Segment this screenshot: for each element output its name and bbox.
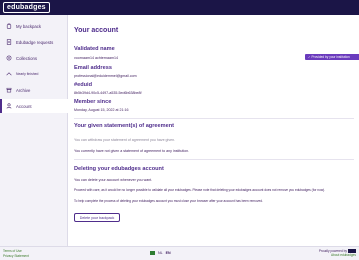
collection-icon — [6, 55, 12, 61]
member-since-heading: Member since — [74, 99, 112, 105]
top-bar: edubadges — [0, 0, 359, 15]
archive-icon — [6, 87, 12, 93]
sidebar-item-collections[interactable]: Collections — [0, 51, 68, 65]
sidebar-item-label: Edubadge requests — [16, 39, 54, 45]
sidebar-item-label: Account — [16, 103, 32, 109]
validated-name-heading: Validated name — [74, 46, 115, 52]
document-icon — [6, 39, 12, 45]
backpack-icon — [6, 23, 12, 29]
main-content: Your account Validated name voornaam14 a… — [68, 15, 359, 246]
language-option-en[interactable]: EN — [166, 251, 171, 255]
member-since-value: Monday, August 15, 2022 at 21:16 — [74, 108, 129, 112]
badge-icon — [6, 71, 12, 77]
eduid-value: 8b5b39d4-90c5-4497-a535-5ed6b638be8f — [74, 91, 142, 95]
sidebar-item-label: Archive — [16, 87, 31, 93]
sidebar-item-my-backpack[interactable]: My backpack — [0, 19, 68, 33]
sidebar-item-edubadge-requests[interactable]: Edubadge requests — [0, 35, 68, 49]
email-heading: Email address — [74, 65, 112, 71]
powered-by: Proudly powered by About edubadges — [319, 249, 356, 257]
language-option-nl[interactable]: NL — [158, 251, 163, 255]
eduid-heading: #eduid — [74, 82, 93, 88]
about-edubadges-link[interactable]: About edubadges — [319, 253, 356, 257]
delete-account-heading: Deleting your edubadges account — [74, 166, 164, 172]
language-switcher: NL EN — [150, 251, 171, 255]
delete-account-tip: To help complete the process of deleting… — [74, 199, 263, 203]
agreement-intro: You can withdraw your statement of agree… — [74, 138, 176, 142]
agreement-heading: Your given statement(s) of agreement — [74, 123, 174, 129]
section-divider — [74, 118, 354, 119]
language-flag-icon — [150, 251, 155, 255]
edubadges-logo[interactable]: edubadges — [3, 2, 50, 13]
section-divider — [74, 159, 354, 160]
terms-of-use-link[interactable]: Terms of Use — [3, 249, 22, 253]
page-title: Your account — [74, 27, 119, 34]
agreement-none-text: You currently have not given a statement… — [74, 149, 190, 153]
email-value: professional@eduidemmel@gmail.com — [74, 74, 137, 78]
delete-account-description: You can delete your account whenever you… — [74, 178, 153, 182]
provided-by-institution-badge: ✓ Provided by your institution — [305, 54, 359, 60]
sidebar-item-nearly-finished[interactable]: Nearly finished — [0, 67, 68, 81]
sidebar-item-label: Nearly finished — [16, 72, 39, 76]
sidebar-item-account[interactable]: Account — [0, 99, 68, 113]
footer: Terms of Use Privacy Statement NL EN Pro… — [0, 246, 359, 260]
delete-backpack-button[interactable]: Delete your backpack — [74, 213, 120, 222]
sidebar-item-label: My backpack — [16, 23, 42, 29]
sidebar-item-archive[interactable]: Archive — [0, 83, 68, 97]
privacy-statement-link[interactable]: Privacy Statement — [3, 254, 29, 258]
user-icon — [6, 103, 12, 109]
sidebar: My backpack Edubadge requests Collection… — [0, 15, 68, 246]
sidebar-item-label: Collections — [16, 55, 38, 61]
validated-name-value: voornaam14 achternaam14 — [74, 56, 118, 60]
delete-account-warning: Proceed with care, as it would be no lon… — [74, 188, 326, 192]
